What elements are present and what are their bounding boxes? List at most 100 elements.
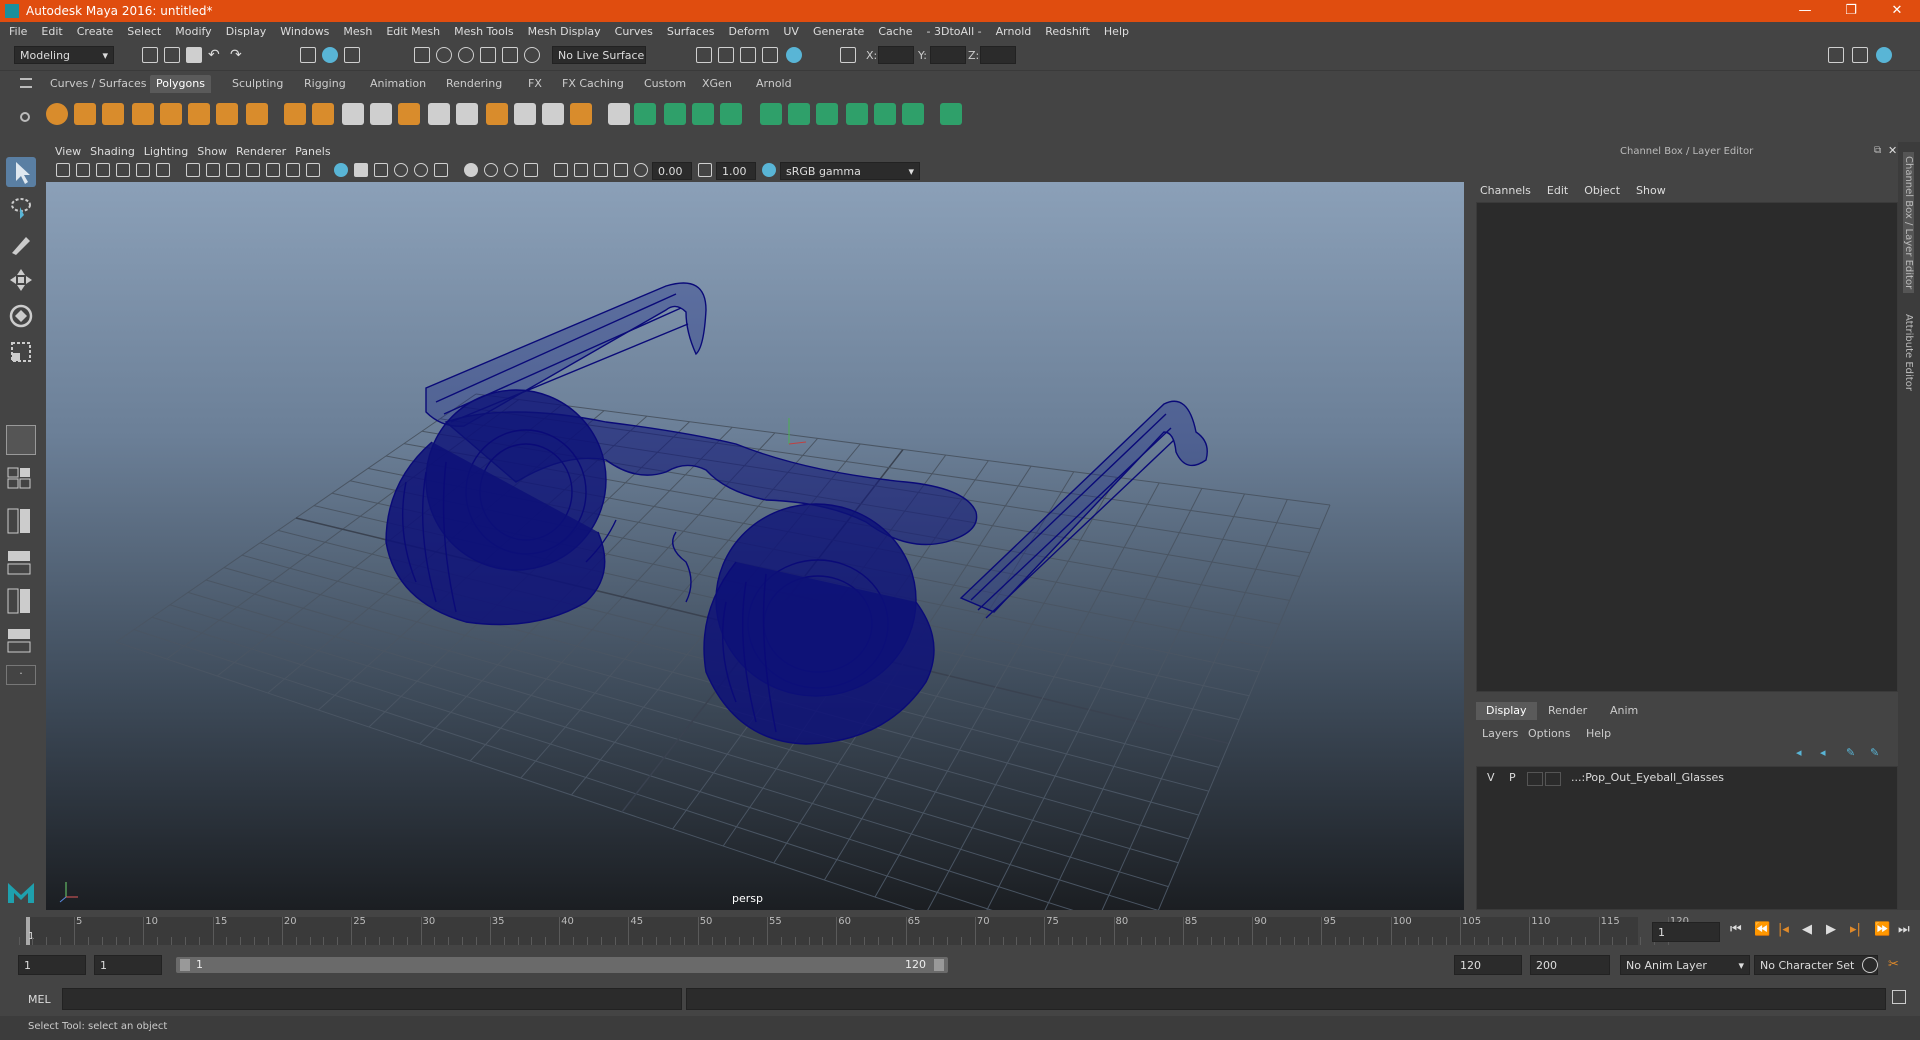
color-management-icon[interactable] <box>762 163 776 177</box>
tab-anim[interactable]: Anim <box>1600 702 1648 720</box>
menu-help[interactable]: Help <box>1586 727 1611 740</box>
menu-arnold[interactable]: Arnold <box>996 22 1032 38</box>
exposure-icon[interactable] <box>634 163 648 177</box>
four-view-layout-icon[interactable] <box>6 467 36 489</box>
transform-mode-icon[interactable] <box>840 47 856 63</box>
layer-name[interactable]: ...:Pop_Out_Eyeball_Glasses <box>1571 771 1724 784</box>
grease-pencil-icon[interactable] <box>156 163 170 177</box>
smooth-shade-icon[interactable] <box>354 163 368 177</box>
tab-display[interactable]: Display <box>1476 702 1537 720</box>
camera-icon[interactable] <box>56 163 70 177</box>
side-by-side-layout-icon[interactable] <box>6 507 36 535</box>
select-object-icon[interactable] <box>322 47 338 63</box>
target-weld-icon[interactable] <box>634 103 656 125</box>
menu-options[interactable]: Options <box>1528 727 1570 740</box>
pop-out-eyeball-glasses-mesh[interactable] <box>385 282 1208 745</box>
combine-icon[interactable] <box>342 103 364 125</box>
delete-history-icon[interactable] <box>720 103 742 125</box>
wireframe-on-shaded-icon[interactable] <box>374 163 388 177</box>
render-settings-icon[interactable] <box>740 47 756 63</box>
layer-row[interactable]: V P ...:Pop_Out_Eyeball_Glasses <box>1477 769 1897 787</box>
camera-attributes-icon[interactable] <box>76 163 90 177</box>
layer-color-swatch[interactable] <box>1545 772 1561 786</box>
history-icon[interactable] <box>524 47 540 63</box>
undo-icon[interactable]: ↶ <box>208 47 224 63</box>
channel-box-menu-object[interactable]: Object <box>1584 184 1620 197</box>
poly-disc-icon[interactable] <box>216 103 238 125</box>
current-frame-field[interactable]: 1 <box>1652 922 1720 942</box>
sew-uv-icon[interactable] <box>902 103 924 125</box>
character-set-dropdown[interactable]: No Character Set <box>1754 955 1878 975</box>
poly-cone-icon[interactable] <box>132 103 154 125</box>
attribute-editor-toggle-icon[interactable] <box>1852 47 1868 63</box>
menu-windows[interactable]: Windows <box>280 22 329 38</box>
channel-box-toggle-icon[interactable] <box>1876 47 1892 63</box>
maximize-button[interactable]: ❐ <box>1828 0 1874 22</box>
command-language-label[interactable]: MEL <box>28 993 51 1006</box>
viewport-menu-shading[interactable]: Shading <box>90 142 135 158</box>
snap-live-icon[interactable] <box>502 47 518 63</box>
channel-box-menu-channels[interactable]: Channels <box>1480 184 1531 197</box>
film-gate-icon[interactable] <box>206 163 220 177</box>
shelf-tab-animation[interactable]: Animation <box>364 75 432 93</box>
float-panel-icon[interactable]: ⧉ <box>1874 145 1881 156</box>
2d-pan-zoom-icon[interactable] <box>136 163 150 177</box>
menu-mesh[interactable]: Mesh <box>343 22 372 38</box>
lasso-tool-icon[interactable] <box>6 193 36 223</box>
auto-key-icon[interactable] <box>1862 957 1878 973</box>
textured-icon[interactable] <box>394 163 408 177</box>
depth-of-field-icon[interactable] <box>524 163 538 177</box>
close-panel-icon[interactable]: ✕ <box>1888 144 1897 157</box>
save-scene-icon[interactable] <box>186 47 202 63</box>
live-surface-field[interactable]: No Live Surface <box>552 46 646 64</box>
shelf-tab-rigging[interactable]: Rigging <box>298 75 352 93</box>
play-backwards-icon[interactable]: ◀ <box>1802 922 1812 937</box>
image-plane-icon[interactable] <box>116 163 130 177</box>
shelf-tab-curves-surfaces[interactable]: Curves / Surfaces <box>44 75 153 93</box>
menu-cache[interactable]: Cache <box>878 22 912 38</box>
menu-uv[interactable]: UV <box>783 22 799 38</box>
shelf-tab-fx[interactable]: FX <box>522 75 548 93</box>
multi-cut-icon[interactable] <box>608 103 630 125</box>
go-to-start-icon[interactable]: ⏮ <box>1730 922 1742 937</box>
menu-edit-mesh[interactable]: Edit Mesh <box>386 22 440 38</box>
y-field[interactable] <box>930 46 966 64</box>
anim-layer-dropdown[interactable]: No Anim Layer ▾ <box>1620 955 1750 975</box>
poly-torus-icon[interactable] <box>160 103 182 125</box>
anti-aliasing-icon[interactable] <box>504 163 518 177</box>
menu-generate[interactable]: Generate <box>813 22 864 38</box>
smooth-icon[interactable] <box>398 103 420 125</box>
poly-pipe-icon[interactable] <box>246 103 268 125</box>
shelf-tab-xgen[interactable]: XGen <box>696 75 738 93</box>
viewport-menu-renderer[interactable]: Renderer <box>236 142 286 158</box>
layer-playback-toggle[interactable]: P <box>1509 771 1516 784</box>
snap-view-plane-icon[interactable] <box>480 47 496 63</box>
new-scene-icon[interactable] <box>142 47 158 63</box>
hypershade-layout-icon[interactable] <box>6 627 36 655</box>
menu-surfaces[interactable]: Surfaces <box>667 22 715 38</box>
scene-end-field[interactable]: 200 <box>1530 955 1610 975</box>
tab-render[interactable]: Render <box>1538 702 1597 720</box>
range-start-handle[interactable] <box>180 959 190 971</box>
render-view-icon[interactable] <box>786 47 802 63</box>
open-scene-icon[interactable] <box>164 47 180 63</box>
render-frame-icon[interactable] <box>696 47 712 63</box>
shelf-tab-rendering[interactable]: Rendering <box>440 75 508 93</box>
gamma-icon[interactable] <box>698 163 712 177</box>
menu-deform[interactable]: Deform <box>728 22 769 38</box>
extrude-icon[interactable] <box>514 103 536 125</box>
center-pivot-icon[interactable] <box>664 103 686 125</box>
move-layer-up-icon[interactable]: ◂ <box>1796 746 1802 759</box>
channel-box-menu-edit[interactable]: Edit <box>1547 184 1568 197</box>
new-layer-icon[interactable]: ✎ <box>1846 746 1855 759</box>
shelf-tab-custom[interactable]: Custom <box>638 75 692 93</box>
move-tool-icon[interactable] <box>6 265 36 295</box>
scale-tool-icon[interactable] <box>6 337 36 367</box>
menu-mesh-display[interactable]: Mesh Display <box>528 22 601 38</box>
resolution-gate-icon[interactable] <box>226 163 240 177</box>
menu-curves[interactable]: Curves <box>615 22 653 38</box>
menu-edit[interactable]: Edit <box>41 22 62 38</box>
menu-mesh-tools[interactable]: Mesh Tools <box>454 22 514 38</box>
safe-action-icon[interactable] <box>286 163 300 177</box>
mode-selector[interactable]: Modeling ▾ <box>14 46 114 64</box>
